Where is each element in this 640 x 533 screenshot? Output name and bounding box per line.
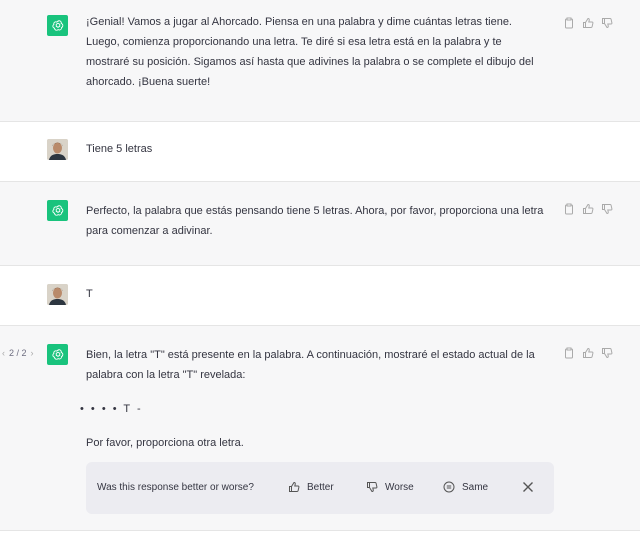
openai-logo-icon	[51, 204, 63, 216]
thumbs-up-icon[interactable]	[582, 347, 594, 359]
same-button[interactable]: Same	[443, 481, 488, 493]
user-message: T	[0, 266, 640, 326]
message-actions	[563, 203, 613, 215]
better-button[interactable]: Better	[288, 481, 334, 493]
assistant-message: Perfecto, la palabra que estás pensando …	[0, 182, 640, 266]
worse-button[interactable]: Worse	[366, 481, 414, 493]
message-actions	[563, 17, 613, 29]
thumbs-down-icon[interactable]	[601, 347, 613, 359]
message-actions	[563, 347, 613, 359]
chevron-left-icon[interactable]: ‹	[2, 348, 5, 358]
user-avatar	[47, 139, 68, 160]
message-text: ¡Genial! Vamos a jugar al Ahorcado. Pien…	[86, 16, 534, 88]
thumbs-up-icon	[289, 481, 300, 492]
thumbs-down-icon[interactable]	[601, 203, 613, 215]
feedback-question: Was this response better or worse?	[97, 482, 254, 493]
chevron-right-icon[interactable]: ›	[31, 348, 34, 358]
chatgpt-avatar	[47, 15, 68, 36]
thumbs-up-icon[interactable]	[582, 17, 594, 29]
assistant-message: ‹ 2 / 2 › Bien, la letra "T" está presen…	[0, 326, 640, 531]
assistant-message: ¡Genial! Vamos a jugar al Ahorcado. Pien…	[0, 0, 640, 122]
message-text: Tiene 5 letras	[86, 143, 153, 155]
response-feedback-panel: Was this response better or worse? Bette…	[86, 462, 554, 514]
clipboard-icon[interactable]	[563, 347, 575, 359]
close-icon[interactable]	[521, 480, 535, 494]
user-message: Tiene 5 letras	[0, 122, 640, 182]
message-text: T	[86, 288, 93, 300]
message-text: Perfecto, la palabra que estás pensando …	[86, 205, 544, 237]
openai-logo-icon	[51, 348, 63, 360]
clipboard-icon[interactable]	[563, 17, 575, 29]
user-avatar	[47, 284, 68, 305]
followup-text: Por favor, proporciona otra letra.	[86, 437, 244, 449]
response-pager: ‹ 2 / 2 ›	[2, 348, 34, 358]
thumbs-down-icon[interactable]	[601, 17, 613, 29]
message-text: Bien, la letra "T" está presente en la p…	[86, 349, 535, 381]
openai-logo-icon	[51, 19, 63, 31]
equals-circle-icon	[443, 481, 455, 493]
thumbs-down-icon	[367, 482, 378, 493]
better-label: Better	[307, 481, 334, 493]
pager-label: 2 / 2	[9, 348, 27, 358]
word-state: • • • • T -	[80, 403, 143, 415]
clipboard-icon[interactable]	[563, 203, 575, 215]
worse-label: Worse	[385, 481, 414, 493]
same-label: Same	[462, 481, 489, 493]
chatgpt-avatar	[47, 200, 68, 221]
thumbs-up-icon[interactable]	[582, 203, 594, 215]
chatgpt-avatar	[47, 344, 68, 365]
